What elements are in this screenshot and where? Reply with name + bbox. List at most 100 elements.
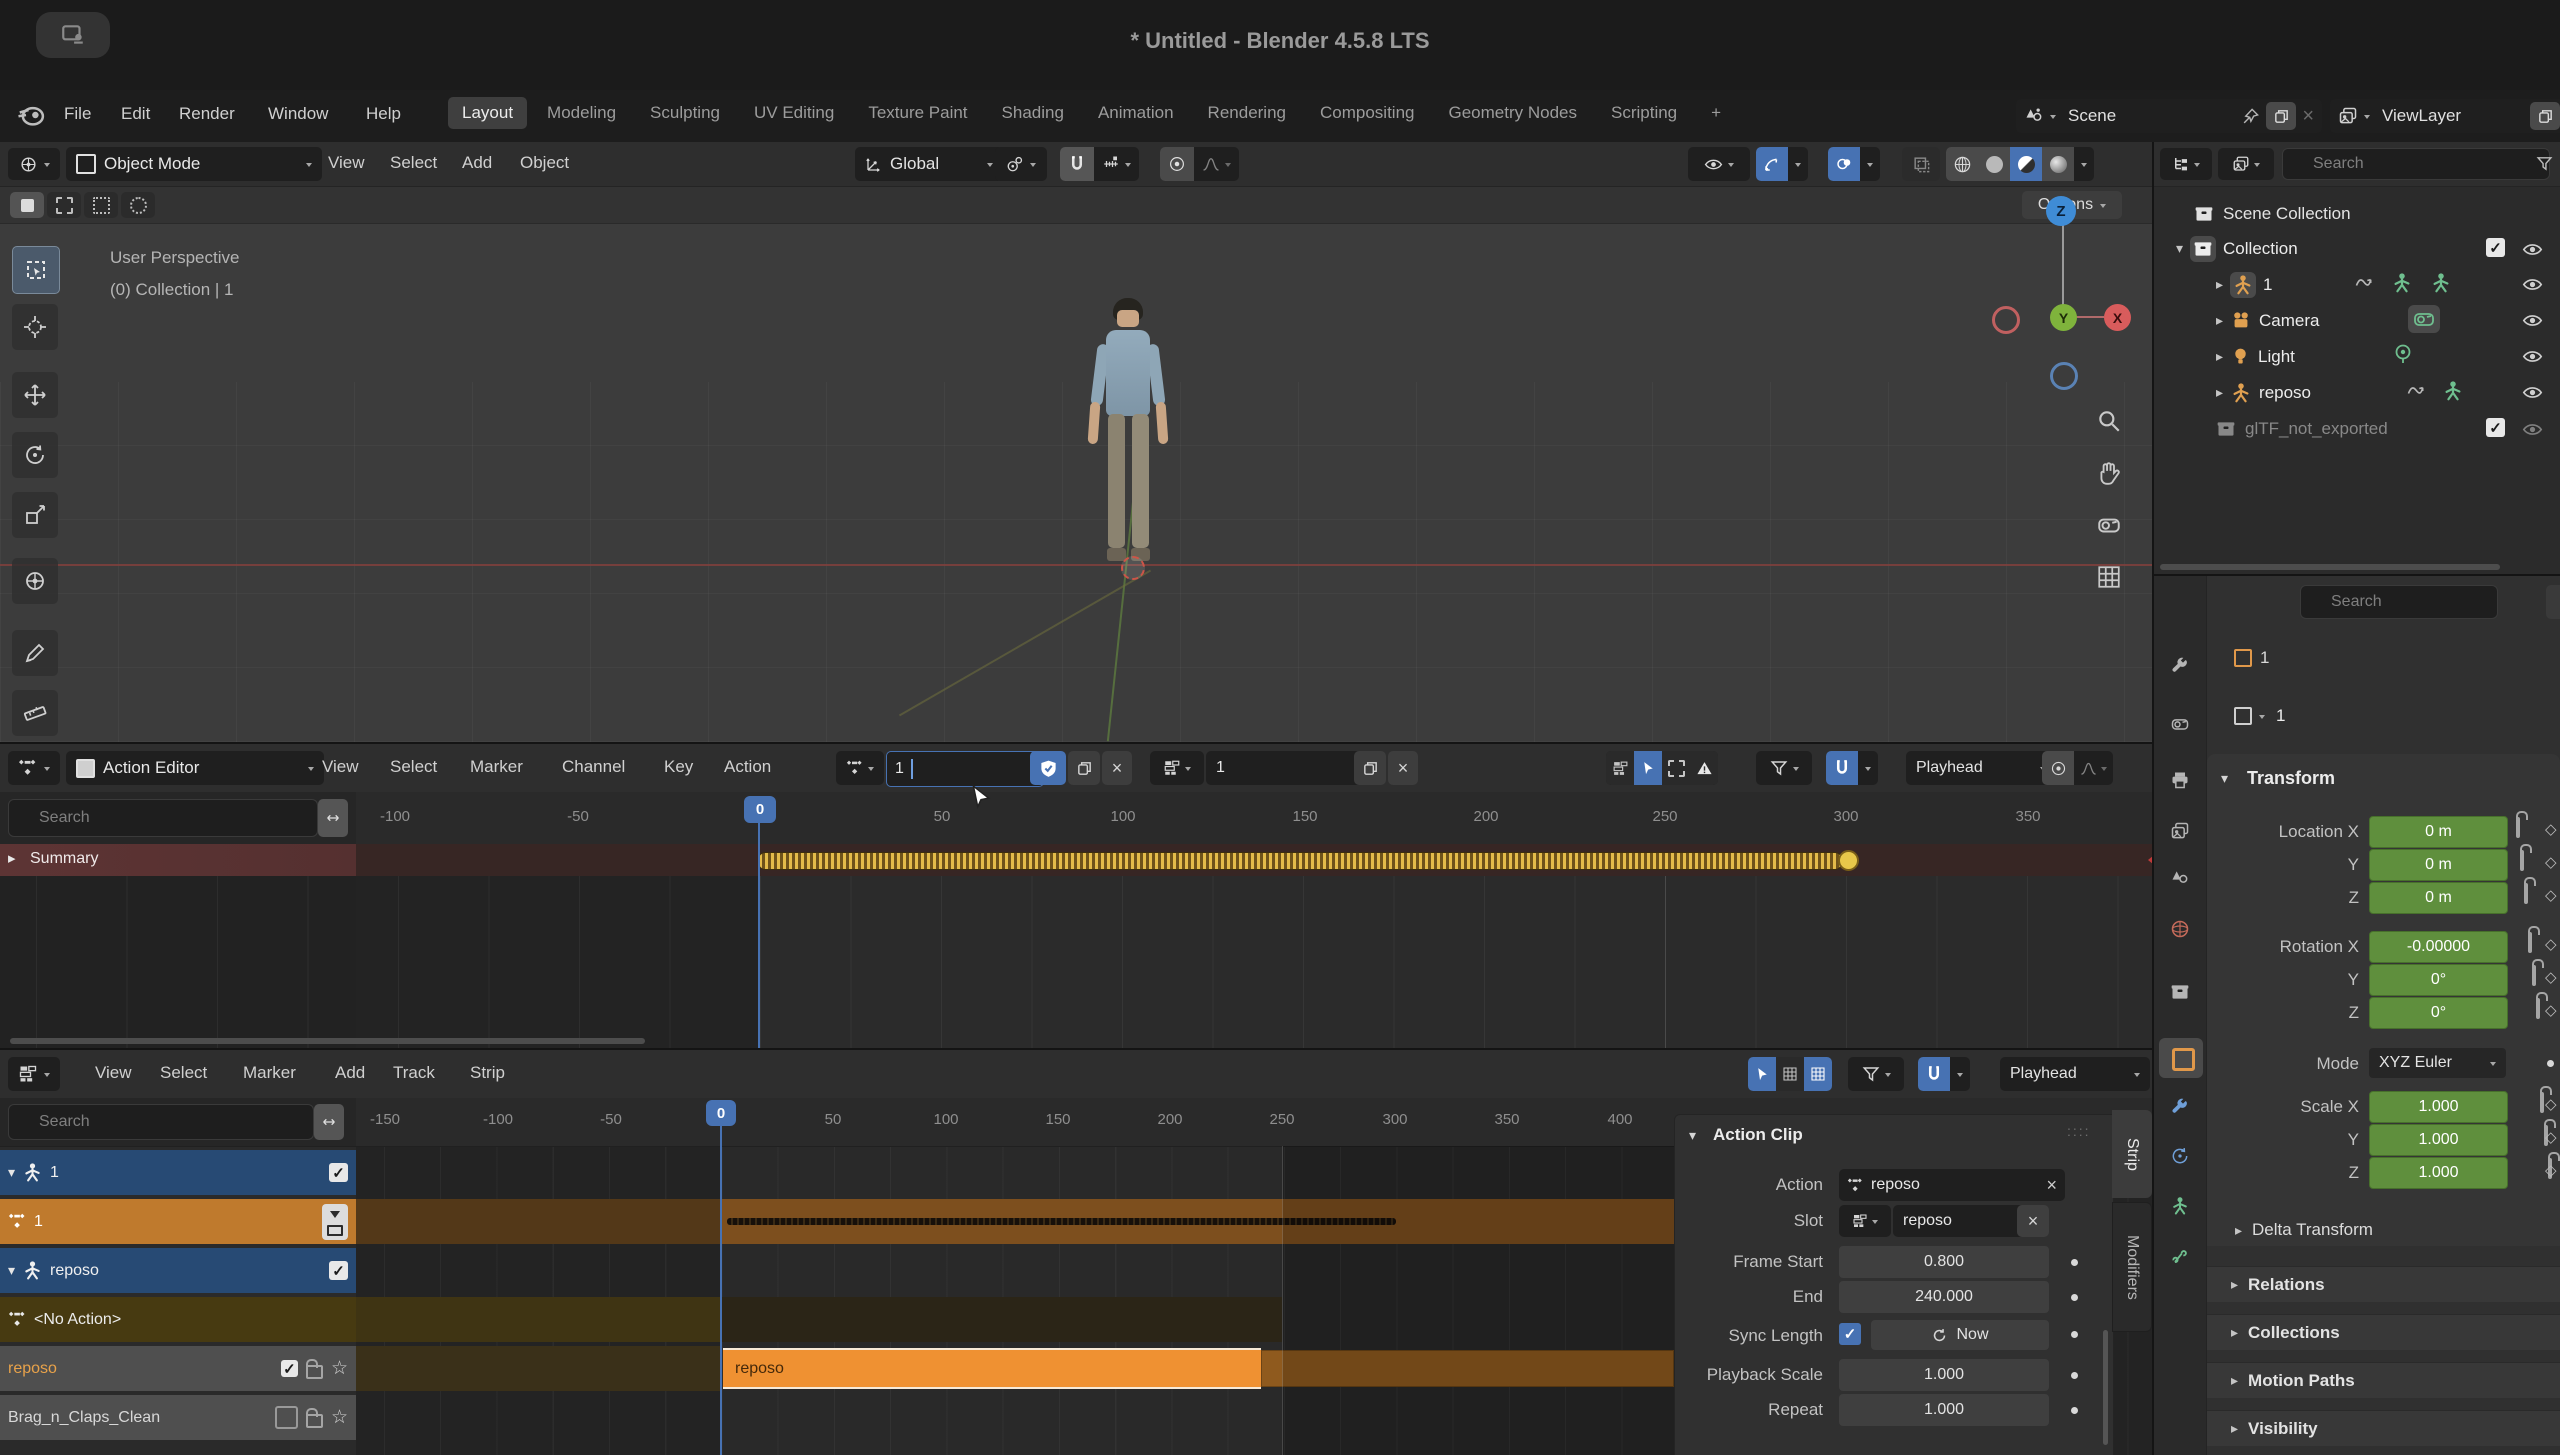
tool-move[interactable]: [12, 372, 58, 418]
tab-object-icon[interactable]: [2172, 1048, 2195, 1071]
gizmo-z-axis[interactable]: Z: [2046, 196, 2076, 226]
expand-icon[interactable]: ▸: [2216, 312, 2223, 329]
sync-animate-dot[interactable]: [2071, 1331, 2078, 1338]
last-keyframe-dot[interactable]: [1838, 850, 1859, 871]
dope-filter-dropdown[interactable]: [1756, 751, 1812, 785]
pivot-dropdown[interactable]: [995, 147, 1047, 181]
panel-expand-icon[interactable]: ▾: [1689, 1127, 1696, 1144]
tab-collection-icon[interactable]: [2170, 982, 2190, 1002]
viewport-menu-view[interactable]: View: [328, 153, 365, 173]
shading-wireframe-button[interactable]: [1946, 147, 1978, 181]
menu-edit[interactable]: Edit: [121, 104, 150, 124]
slot-unlink-button[interactable]: ×: [1388, 751, 1418, 785]
gizmo-y-axis[interactable]: Y: [2050, 304, 2077, 331]
tab-output-icon[interactable]: [2170, 770, 2190, 790]
eye-icon[interactable]: [2522, 310, 2543, 331]
panel-drag-dots-icon[interactable]: ::::: [2067, 1123, 2091, 1139]
tool-cursor[interactable]: [12, 304, 58, 350]
tab-physics-icon[interactable]: [2170, 1146, 2190, 1166]
gizmo-z-neg-axis[interactable]: [2050, 362, 2078, 390]
falloff-dropdown[interactable]: [1194, 147, 1239, 181]
nla-menu-add[interactable]: Add: [335, 1063, 365, 1083]
select-mode-subtract-button[interactable]: [84, 192, 118, 218]
tab-world-icon[interactable]: [2170, 919, 2190, 939]
solo-star-icon[interactable]: ☆: [331, 1357, 348, 1380]
proportional-toggle[interactable]: [1160, 147, 1194, 181]
collection-checkbox[interactable]: ✓: [2486, 238, 2505, 257]
tool-transform[interactable]: [12, 558, 58, 604]
dope-playhead-line[interactable]: [758, 818, 760, 1048]
tab-uv-editing[interactable]: UV Editing: [740, 97, 848, 129]
dopesheet-editor[interactable]: Action Editor View Select Marker Channel…: [0, 744, 2152, 1048]
tab-texture-paint[interactable]: Texture Paint: [854, 97, 981, 129]
location-x-field[interactable]: 0 m: [2369, 816, 2508, 848]
eye-icon[interactable]: [2522, 419, 2543, 440]
fake-user-toggle[interactable]: [1030, 751, 1066, 785]
track-mute-checkbox[interactable]: [275, 1406, 298, 1429]
outliner-row-armature-1[interactable]: ▸ 1: [2216, 267, 2273, 302]
outliner-display-dropdown[interactable]: [2218, 148, 2274, 180]
gizmo-x-axis[interactable]: X: [2104, 304, 2131, 331]
select-mode-invert-button[interactable]: [121, 192, 155, 218]
expand-icon[interactable]: ▸: [2216, 348, 2223, 365]
outliner-row-reposo[interactable]: ▸ reposo: [2216, 375, 2311, 410]
nla-track-action-1[interactable]: 1: [0, 1199, 356, 1244]
slot-field[interactable]: reposo: [1893, 1205, 2035, 1237]
pan-button[interactable]: [2088, 452, 2130, 494]
menu-render[interactable]: Render: [179, 104, 235, 124]
action-clear-icon[interactable]: ×: [2046, 1175, 2057, 1196]
nla-menu-track[interactable]: Track: [393, 1063, 435, 1083]
sidebar-vscrollbar[interactable]: [2103, 1330, 2108, 1445]
dope-snap-toggle[interactable]: [1826, 751, 1858, 785]
eye-icon[interactable]: [2522, 274, 2543, 295]
shading-material-button[interactable]: [2010, 147, 2042, 181]
panel-collections[interactable]: ▸ Collections: [2207, 1314, 2560, 1350]
error-toggle[interactable]: [1690, 751, 1718, 785]
tab-animation[interactable]: Animation: [1084, 97, 1188, 129]
slot-copy-button[interactable]: [1354, 751, 1386, 785]
panel-visibility[interactable]: ▸ Visibility: [2207, 1410, 2560, 1446]
camera-data-badge[interactable]: [2408, 305, 2440, 333]
action-unlink-button[interactable]: ×: [1102, 751, 1132, 785]
gizmo-x-neg-axis[interactable]: [1992, 306, 2020, 334]
dope-menu-action[interactable]: Action: [724, 757, 771, 777]
menu-help[interactable]: Help: [366, 104, 401, 124]
light-data-icon[interactable]: [2391, 342, 2415, 366]
editor-type-button[interactable]: [8, 148, 60, 180]
tool-select-box[interactable]: [12, 246, 60, 294]
playback-scale-animate-dot[interactable]: [2071, 1372, 2078, 1379]
keyframe-diamond-icon[interactable]: ◇: [2545, 820, 2557, 838]
visibility-dropdown[interactable]: [1688, 147, 1750, 181]
sidebar-tab-strip[interactable]: Strip: [2112, 1110, 2152, 1198]
frame-start-field[interactable]: 0.800: [1839, 1246, 2049, 1278]
nla-menu-strip[interactable]: Strip: [470, 1063, 505, 1083]
frame-start-animate-dot[interactable]: [2071, 1259, 2078, 1266]
outliner[interactable]: Scene Collection ▾ Collection ✓ ▸ 1 ▸ Ca…: [2154, 142, 2560, 574]
box-select-toggle[interactable]: [1662, 751, 1690, 785]
track-mute-checkbox[interactable]: ✓: [281, 1360, 298, 1377]
dope-falloff-dropdown[interactable]: [2074, 760, 2113, 777]
repeat-animate-dot[interactable]: [2071, 1407, 2078, 1414]
lock-icon[interactable]: [2516, 817, 2520, 838]
rotation-z-field[interactable]: 0°: [2369, 997, 2508, 1029]
sync-now-button[interactable]: Now: [1871, 1320, 2049, 1350]
viewport-menu-object[interactable]: Object: [520, 153, 569, 173]
dope-menu-view[interactable]: View: [322, 757, 359, 777]
outliner-row-light[interactable]: ▸ Light: [2216, 339, 2295, 374]
properties-search-input[interactable]: [2300, 585, 2498, 619]
eye-icon[interactable]: [2522, 382, 2543, 403]
nla-snap-caret-icon[interactable]: [1957, 1073, 1963, 1080]
location-y-field[interactable]: 0 m: [2369, 849, 2508, 881]
dope-menu-key[interactable]: Key: [664, 757, 693, 777]
breadcrumb-text[interactable]: 1: [2260, 648, 2269, 668]
only-selected-toggle[interactable]: [1606, 751, 1634, 785]
tab-sculpting[interactable]: Sculpting: [636, 97, 734, 129]
ortho-toggle-button[interactable]: [2088, 556, 2130, 598]
transform-expand-icon[interactable]: ▾: [2221, 770, 2228, 787]
eye-icon[interactable]: [2522, 239, 2543, 260]
expand-icon[interactable]: ▾: [8, 1164, 15, 1181]
tab-shading[interactable]: Shading: [988, 97, 1078, 129]
nla-snap-toggle[interactable]: [1918, 1057, 1950, 1091]
shading-solid-button[interactable]: [1978, 147, 2010, 181]
tool-scale[interactable]: [12, 492, 58, 538]
